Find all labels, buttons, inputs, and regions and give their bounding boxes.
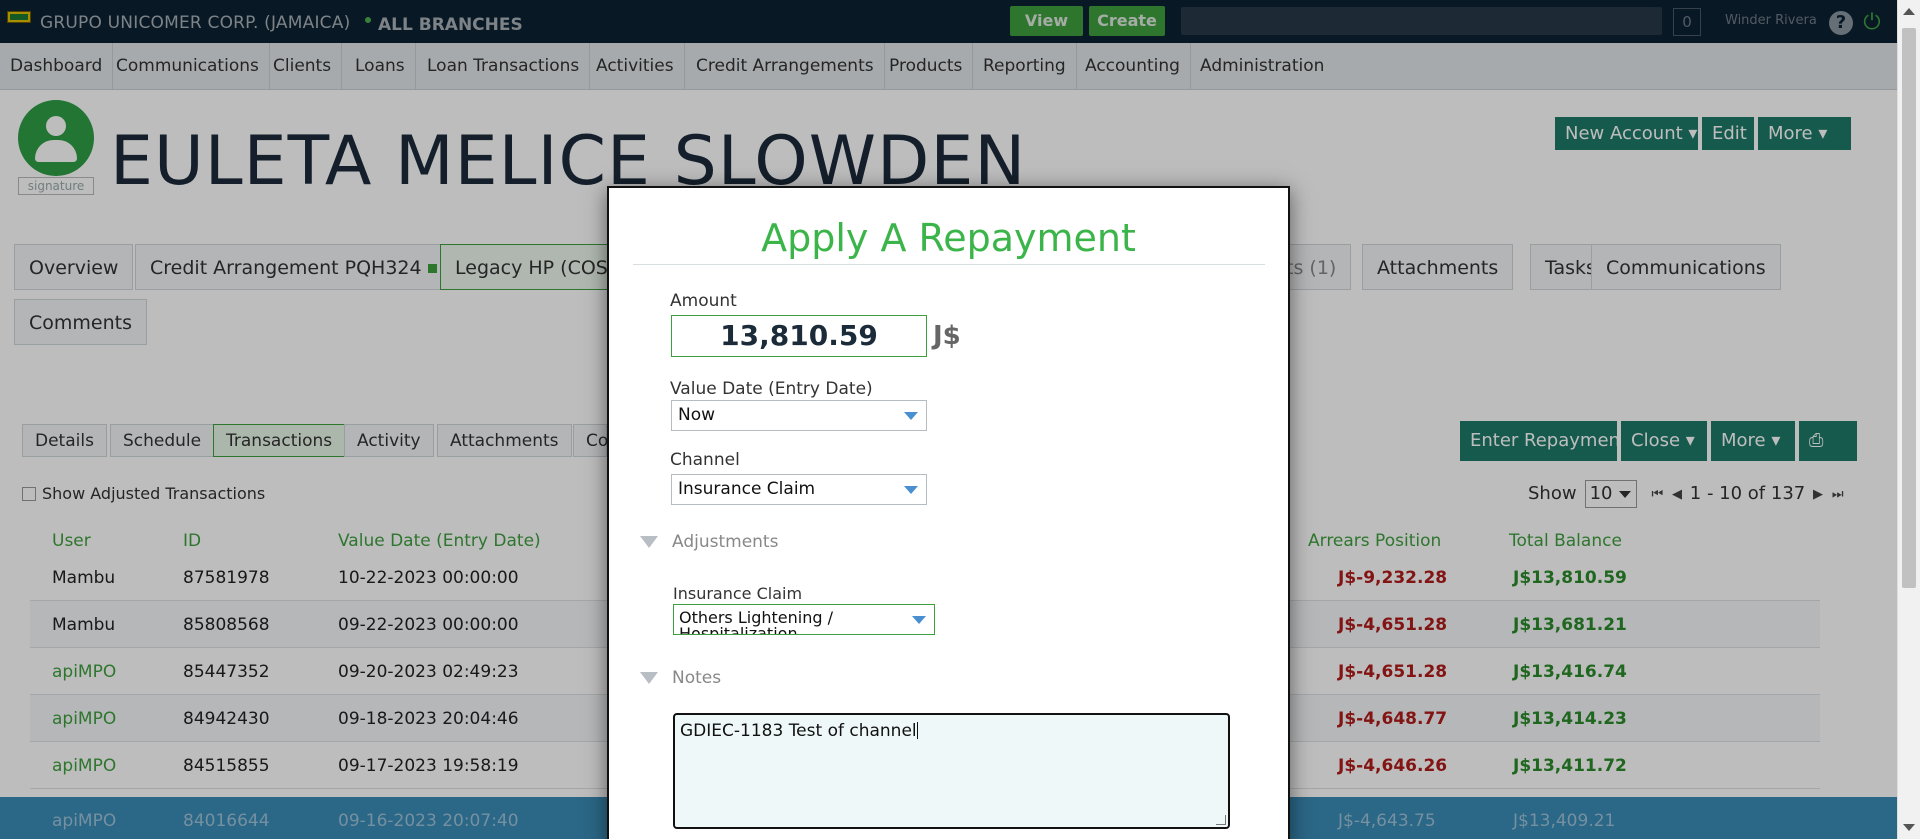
value-date-label: Value Date (Entry Date) [670, 379, 873, 399]
amount-input[interactable]: 13,810.59 [671, 315, 927, 357]
collapse-triangle-icon [640, 672, 658, 684]
vertical-scrollbar[interactable] [1897, 0, 1920, 839]
value-date-select[interactable]: Now [671, 400, 927, 431]
scroll-up-icon[interactable] [1903, 8, 1915, 15]
insurance-claim-label: Insurance Claim [673, 584, 803, 603]
notes-toggle[interactable]: Notes [640, 668, 721, 688]
adjustments-label: Adjustments [672, 532, 779, 552]
resize-handle-icon[interactable] [1216, 815, 1226, 825]
channel-select[interactable]: Insurance Claim [671, 474, 927, 505]
collapse-triangle-icon [640, 536, 658, 548]
adjustments-toggle[interactable]: Adjustments [640, 532, 778, 552]
currency-label: J$ [933, 321, 961, 351]
channel-label: Channel [670, 450, 740, 470]
scroll-down-icon[interactable] [1903, 824, 1915, 831]
notes-textarea[interactable]: GDIEC-1183 Test of channel [673, 713, 1230, 829]
notes-text: GDIEC-1183 Test of channel [680, 721, 917, 741]
scrollbar-thumb[interactable] [1902, 28, 1916, 588]
divider [633, 264, 1265, 265]
text-caret [916, 722, 918, 739]
apply-repayment-dialog: Apply A Repayment Amount 13,810.59 J$ Va… [607, 186, 1290, 839]
insurance-claim-select[interactable]: Others Lightening / Hospitalization [673, 604, 935, 635]
notes-label: Notes [672, 668, 722, 688]
amount-label: Amount [670, 291, 737, 311]
dialog-title: Apply A Repayment [761, 216, 1136, 260]
